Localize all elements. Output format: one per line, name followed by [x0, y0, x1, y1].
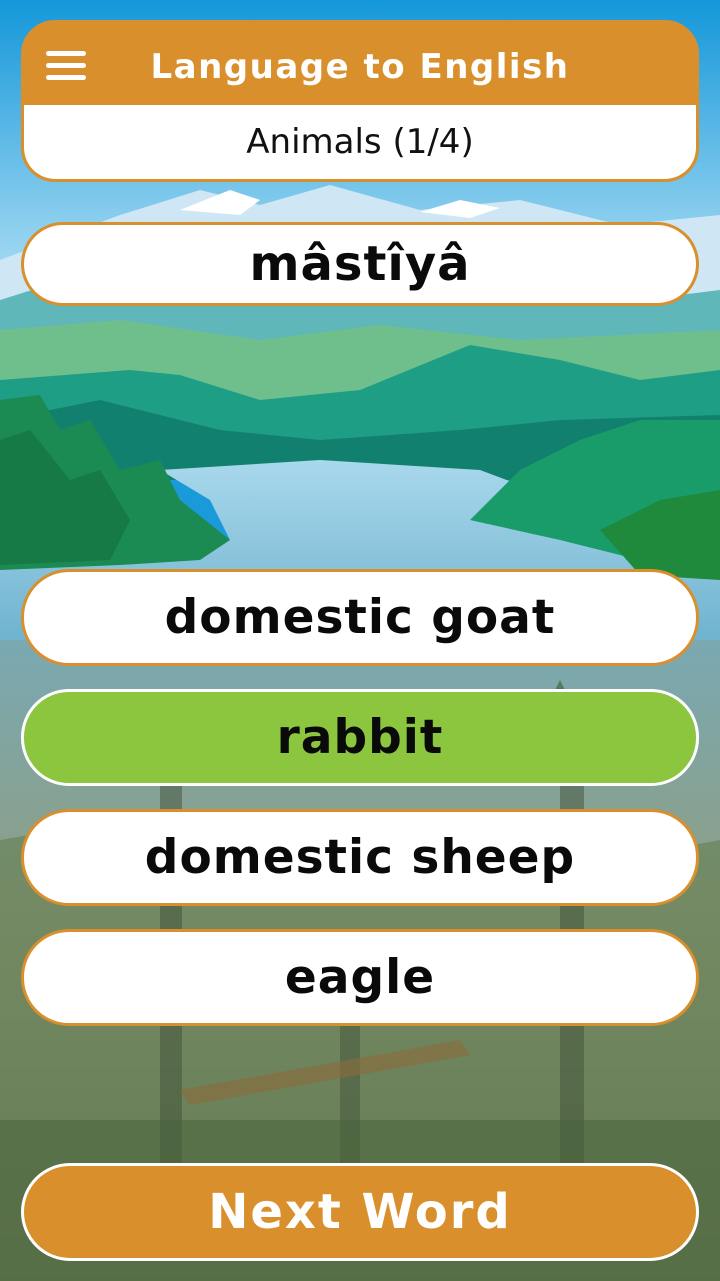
answer-choice-domestic-goat[interactable]: domestic goat — [21, 569, 699, 666]
category-progress: Animals (1/4) — [24, 105, 696, 179]
answer-choice-rabbit-selected[interactable]: rabbit — [21, 689, 699, 786]
header-bar: Language to English — [24, 23, 696, 105]
answer-choice-domestic-sheep[interactable]: domestic sheep — [21, 809, 699, 906]
prompt-word: mâstîyâ — [21, 222, 699, 306]
next-word-button[interactable]: Next Word — [21, 1163, 699, 1261]
page-title: Language to English — [150, 47, 570, 87]
header-card: Language to English Animals (1/4) — [21, 20, 699, 182]
answer-choice-eagle[interactable]: eagle — [21, 929, 699, 1026]
